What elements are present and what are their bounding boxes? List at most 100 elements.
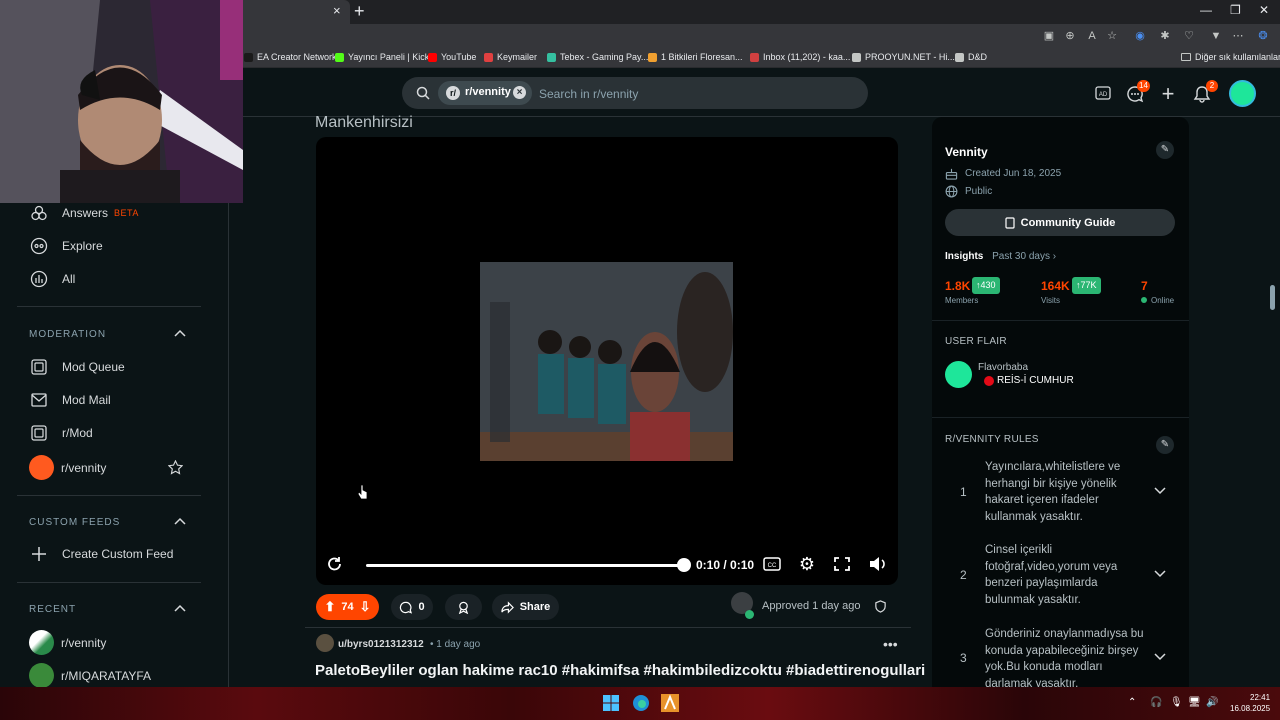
windows-start-icon[interactable] [602,694,620,712]
community-visibility: Public [945,185,992,198]
edge-browser-icon[interactable] [632,694,650,712]
create-post-icon[interactable]: + [1159,83,1177,105]
bookmark-bitkileri[interactable]: 1 Bitkileri Floresan... [648,52,743,62]
chevron-down-icon[interactable] [1154,487,1166,495]
chevron-up-icon[interactable] [174,329,186,337]
edit-pencil-icon[interactable]: ✎ [1156,141,1174,159]
zoom-icon[interactable]: ⊕ [1062,28,1078,44]
author-avatar[interactable] [316,634,334,652]
mod-mail-icon [31,393,47,407]
vpn-icon[interactable]: ▼ [1208,28,1224,44]
seek-handle[interactable] [677,558,691,572]
bookmark-keymailer[interactable]: Keymailer [484,52,537,62]
upvote-icon[interactable]: ⬆ [324,599,335,615]
post-title[interactable]: PaletoBeyliler oglan hakime rac10 #hakim… [315,662,925,679]
rule-number: 1 [960,485,967,499]
moderation-section-title[interactable]: MODERATION [29,329,106,340]
vote-control[interactable]: ⬆ 74 ⇩ [316,594,379,620]
restore-icon[interactable]: ❐ [1230,3,1241,17]
share-button[interactable]: Share [492,594,559,620]
bookmark-tebex[interactable]: Tebex - Gaming Pay... [547,52,648,62]
sidebar-item-mod-mail[interactable]: Mod Mail [30,391,111,409]
headset-icon[interactable]: 🎧 [1150,697,1162,708]
copilot-icon[interactable]: ❂ [1255,28,1271,44]
comments-button[interactable]: 0 [391,594,433,620]
vennity-avatar [29,455,54,480]
more-options-icon[interactable]: ••• [883,636,898,652]
edit-pencil-icon[interactable]: ✎ [1156,436,1174,454]
new-tab-icon[interactable]: + [354,0,365,22]
sidebar-item-r-mod[interactable]: r/Mod [30,424,93,442]
custom-feeds-section-title[interactable]: CUSTOM FEEDS [29,517,120,528]
network-icon[interactable]: 🖥 [1188,697,1201,708]
community-guide-button[interactable]: Community Guide [945,209,1175,236]
minimize-icon[interactable]: — [1200,3,1212,17]
bookmark-youtube[interactable]: YouTube [428,52,476,62]
online-dot-icon [1141,297,1147,303]
sidebar-item-label: r/Mod [62,426,93,440]
sidebar-item-answers[interactable]: Answers BETA [30,204,139,222]
mouse-cursor [358,484,368,500]
replay-icon[interactable] [325,555,345,573]
fullscreen-icon[interactable] [832,555,852,573]
captions-icon[interactable]: CC [762,555,782,573]
tab-close-icon[interactable]: × [333,3,341,18]
browser-essentials-icon[interactable]: ♡ [1181,28,1197,44]
app-a-icon[interactable] [661,694,679,712]
close-window-icon[interactable]: ✕ [1259,3,1269,17]
recent-section-title[interactable]: RECENT [29,604,76,615]
settings-gear-icon[interactable]: ⚙ [797,555,817,573]
tray-chevron-icon[interactable]: ⌃ [1128,697,1136,708]
recent-item-miqaratayfa[interactable]: r/MIQARATAYFA [29,663,151,688]
create-custom-feed-button[interactable]: Create Custom Feed [30,545,173,563]
bookmark-inbox[interactable]: Inbox (11,202) - kaa... [750,52,850,62]
downvote-icon[interactable]: ⇩ [360,599,371,615]
members-label: Members [945,296,979,305]
rules-title: R/VENNITY RULES [945,434,1039,445]
recent-item-vennity[interactable]: r/vennity [29,630,106,655]
extension-icon[interactable]: ◉ [1132,28,1148,44]
flair-tag[interactable]: REİS-İ CUMHUR [984,375,1074,386]
post-time: • 1 day ago [430,639,481,650]
other-bookmarks[interactable]: Diğer sık kullanılanlar [1181,52,1280,62]
advertise-icon[interactable]: AD [1094,85,1112,103]
sidebar-item-explore[interactable]: Explore [30,237,103,255]
system-clock[interactable]: 22:41 16.08.2025 [1230,692,1270,714]
bookmark-prooyun[interactable]: PROOYUN.NET - Hi... [852,52,955,62]
app-icon[interactable]: ▣ [1041,28,1057,44]
user-flair-title: USER FLAIR [945,336,1007,347]
user-avatar[interactable] [1229,80,1256,107]
mod-shield-icon[interactable] [874,600,887,613]
extensions-puzzle-icon[interactable]: ✱ [1157,28,1173,44]
rule-text[interactable]: Cinsel içerikli fotoğraf,video,yorum vey… [985,542,1145,608]
chevron-up-icon[interactable] [174,604,186,612]
bookmark-dnd[interactable]: D&D [955,52,987,62]
sidebar-item-vennity[interactable]: r/vennity [29,455,106,480]
read-aloud-icon[interactable]: A [1084,28,1100,44]
bookmark-kick-panel[interactable]: Yayıncı Paneli | Kick [335,52,429,62]
volume-icon[interactable] [868,555,888,573]
chevron-up-icon[interactable] [174,517,186,525]
rule-text[interactable]: Yayıncılara,whitelistlere ve herhangi bi… [985,459,1145,525]
flair-username: Flavorbaba [978,362,1029,373]
favorite-star-icon[interactable]: ☆ [1104,28,1120,44]
menu-dots-icon[interactable]: ⋯ [1230,28,1246,44]
page-scrollbar[interactable] [1270,285,1275,310]
chevron-down-icon[interactable] [1154,653,1166,661]
insights-header[interactable]: Insights Past 30 days › [945,251,1056,262]
clear-chip-icon[interactable]: × [513,86,526,99]
microphone-icon[interactable]: 🎙 [1170,697,1183,708]
rule-text[interactable]: Gönderiniz onaylanmadıysa bu konuda yapa… [985,626,1145,687]
post-title[interactable]: Mankenhirsizi [315,114,413,132]
speaker-icon[interactable]: 🔊 [1206,697,1218,708]
post-author[interactable]: u/byrs0121312312 [338,639,424,650]
chevron-down-icon[interactable] [1154,570,1166,578]
bookmark-ea-creator-network[interactable]: EA Creator Network [244,52,337,62]
sidebar-item-mod-queue[interactable]: Mod Queue [30,358,125,376]
sidebar-item-all[interactable]: All [30,270,75,288]
award-button[interactable] [445,594,482,620]
bitkileri-favicon-icon [648,52,657,62]
favorite-star-icon[interactable] [168,460,183,475]
video-seek-bar[interactable] [366,564,684,567]
award-icon [458,601,469,614]
